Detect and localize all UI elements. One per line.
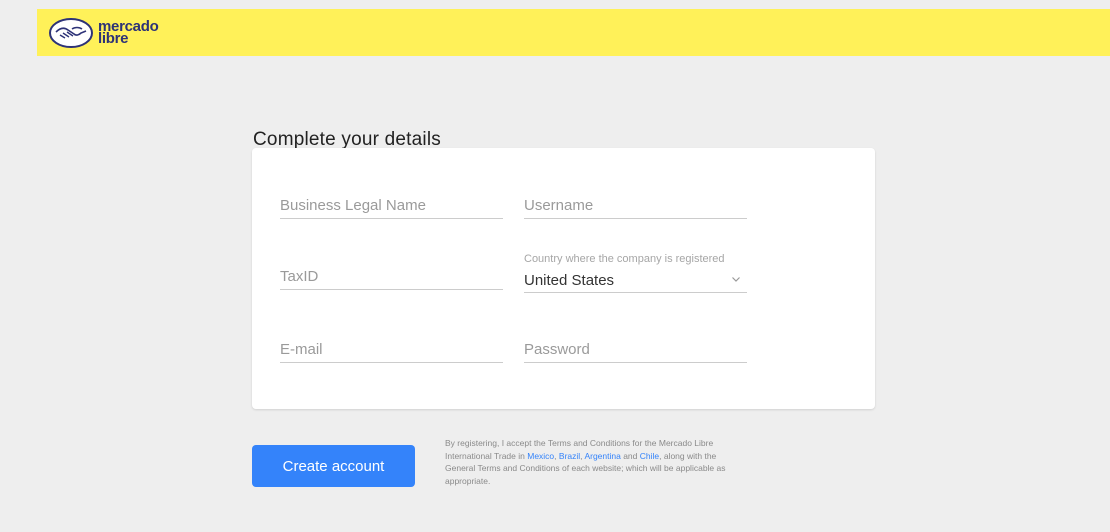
logo-text: mercado libre (98, 19, 159, 46)
terms-text: By registering, I accept the Terms and C… (445, 437, 745, 487)
terms-and: and (620, 450, 640, 461)
username-field[interactable] (524, 193, 747, 219)
taxid-input[interactable] (280, 268, 503, 289)
argentina-link[interactable]: Argentina (584, 451, 620, 461)
brazil-link[interactable]: Brazil (559, 451, 580, 461)
mercado-libre-logo[interactable]: mercado libre (48, 15, 178, 51)
taxid-field[interactable] (280, 264, 503, 290)
chevron-down-icon (732, 277, 740, 282)
business-legal-name-input[interactable] (280, 197, 503, 218)
country-select[interactable]: United States (524, 266, 747, 293)
email-field[interactable] (280, 337, 503, 363)
username-input[interactable] (524, 197, 747, 218)
password-field[interactable] (524, 337, 747, 363)
top-bar: mercado libre (37, 9, 1110, 56)
mexico-link[interactable]: Mexico (527, 451, 554, 461)
country-label: Country where the company is registered (524, 253, 725, 265)
handshake-icon (49, 18, 93, 48)
email-input[interactable] (280, 341, 503, 362)
create-account-button[interactable]: Create account (252, 445, 415, 487)
country-select-value: United States (524, 271, 615, 289)
password-input[interactable] (524, 341, 747, 362)
chile-link[interactable]: Chile (640, 451, 659, 461)
business-legal-name-field[interactable] (280, 193, 503, 219)
